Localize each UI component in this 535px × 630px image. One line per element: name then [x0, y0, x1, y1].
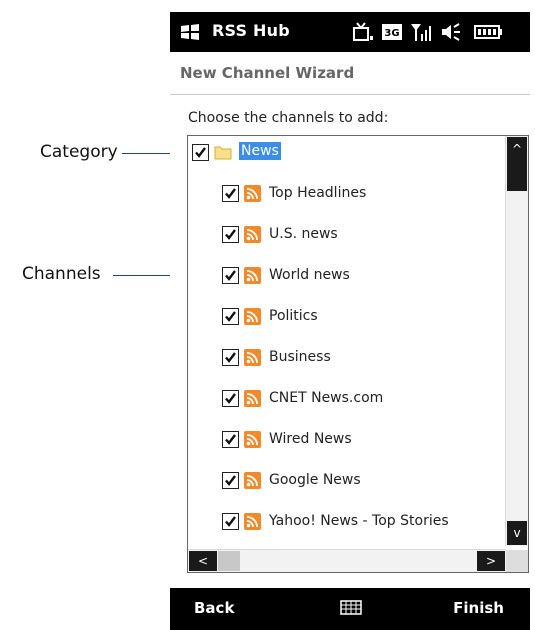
- channel-label: Yahoo! News - Top Stories: [269, 513, 449, 529]
- channel-tree[interactable]: News Top Headlines U.S. news World news Pol…: [187, 135, 529, 573]
- channel-label: Wired News: [269, 431, 352, 447]
- scroll-up-button[interactable]: ^: [507, 137, 527, 161]
- wizard-header: New Channel Wizard: [170, 52, 530, 95]
- channel-checkbox[interactable]: [222, 226, 239, 243]
- tree-channel-item[interactable]: Wired News: [222, 429, 492, 453]
- category-annotation: Category: [40, 142, 118, 162]
- rss-feed-icon: [244, 431, 261, 448]
- channels-annotation: Channels: [22, 264, 101, 284]
- finish-softkey[interactable]: Finish: [453, 599, 504, 617]
- instruction-text: Choose the channels to add:: [188, 110, 389, 126]
- tv-icon: [353, 22, 373, 41]
- rss-feed-icon: [244, 226, 261, 243]
- channel-checkbox[interactable]: [222, 513, 239, 530]
- tree-channel-item[interactable]: Business: [222, 347, 492, 371]
- tree-channel-item[interactable]: Yahoo! News - Top Stories: [222, 511, 492, 535]
- horizontal-scrollbar[interactable]: < >: [188, 549, 506, 572]
- checkmark-icon: [225, 393, 236, 404]
- channel-checkbox[interactable]: [222, 308, 239, 325]
- tree-channel-item[interactable]: Top Headlines: [222, 183, 492, 207]
- svg-text:3G: 3G: [384, 28, 399, 39]
- tree-channel-item[interactable]: Google News: [222, 470, 492, 494]
- checkmark-icon: [225, 434, 236, 445]
- back-softkey[interactable]: Back: [194, 599, 234, 617]
- checkmark-icon: [225, 270, 236, 281]
- checkmark-icon: [195, 147, 206, 158]
- 3g-icon: 3G: [382, 24, 402, 40]
- wizard-title: New Channel Wizard: [180, 64, 355, 82]
- scroll-down-button[interactable]: v: [507, 521, 527, 545]
- rss-feed-icon: [244, 267, 261, 284]
- keyboard-icon[interactable]: [340, 600, 362, 615]
- battery-icon: [474, 25, 502, 39]
- horizontal-scroll-thumb[interactable]: [218, 551, 240, 571]
- phone-screen: RSS Hub 3G New Channel Wizard Choose the…: [170, 12, 530, 630]
- rss-feed-icon: [244, 390, 261, 407]
- checkmark-icon: [225, 475, 236, 486]
- tree-channel-item[interactable]: World news: [222, 265, 492, 289]
- channel-label: Google News: [269, 472, 361, 488]
- rss-feed-icon: [244, 308, 261, 325]
- channel-checkbox[interactable]: [222, 185, 239, 202]
- rss-feed-icon: [244, 185, 261, 202]
- channel-label: World news: [269, 267, 350, 283]
- checkmark-icon: [225, 188, 236, 199]
- vertical-scrollbar[interactable]: ^ v: [505, 136, 528, 546]
- scroll-right-button[interactable]: >: [477, 551, 505, 571]
- tree-category-news[interactable]: News: [192, 142, 492, 166]
- vertical-scroll-thumb[interactable]: [507, 161, 527, 191]
- rss-feed-icon: [244, 472, 261, 489]
- rss-feed-icon: [244, 349, 261, 366]
- channel-label: U.S. news: [269, 226, 338, 242]
- tree-channel-item[interactable]: CNET News.com: [222, 388, 492, 412]
- channel-label: Business: [269, 349, 331, 365]
- scrollbar-corner: [506, 550, 528, 572]
- title-bar: RSS Hub 3G: [170, 12, 530, 52]
- channel-checkbox[interactable]: [222, 349, 239, 366]
- category-label[interactable]: News: [239, 142, 281, 160]
- channel-checkbox[interactable]: [222, 390, 239, 407]
- softkey-bar: Back Finish: [170, 588, 530, 630]
- channel-checkbox[interactable]: [222, 472, 239, 489]
- signal-icon: [411, 24, 431, 41]
- checkmark-icon: [225, 516, 236, 527]
- channel-label: Top Headlines: [269, 185, 367, 201]
- checkmark-icon: [225, 352, 236, 363]
- channel-label: Politics: [269, 308, 318, 324]
- windows-logo-icon[interactable]: [180, 22, 200, 42]
- volume-icon: [442, 23, 460, 41]
- tree-channel-item[interactable]: Politics: [222, 306, 492, 330]
- checkmark-icon: [225, 311, 236, 322]
- channel-checkbox[interactable]: [222, 267, 239, 284]
- channel-checkbox[interactable]: [222, 431, 239, 448]
- category-checkbox[interactable]: [192, 144, 209, 161]
- channel-label: CNET News.com: [269, 390, 384, 406]
- rss-feed-icon: [244, 513, 261, 530]
- checkmark-icon: [225, 229, 236, 240]
- app-title: RSS Hub: [212, 21, 290, 40]
- tree-channel-item[interactable]: U.S. news: [222, 224, 492, 248]
- scroll-left-button[interactable]: <: [189, 551, 217, 571]
- folder-icon: [214, 146, 232, 160]
